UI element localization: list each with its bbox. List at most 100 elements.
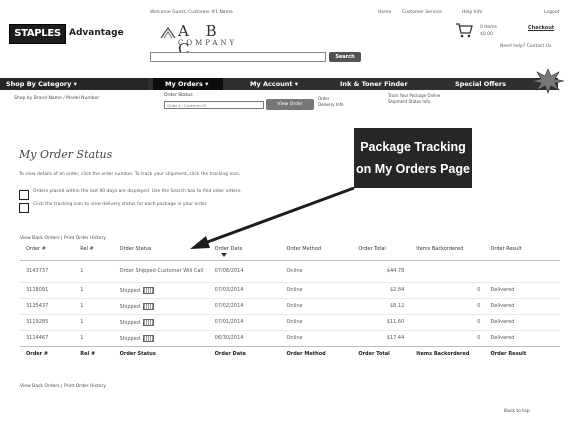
items-backordered: 0 (416, 313, 491, 330)
footer-items-backordered: Items Backordered (416, 345, 491, 362)
intro-text: To view details of an order, click the o… (19, 172, 241, 177)
col-order-date-label[interactable]: Order Date (215, 246, 243, 252)
footer-order-date: Order Date (214, 345, 287, 362)
cart-items: 0 Items (480, 25, 497, 30)
release-number: 1 (80, 313, 120, 330)
order-method: Online (286, 329, 359, 346)
order-date: 07/02/2014 (214, 297, 287, 314)
order-date: 07/03/2014 (214, 281, 287, 298)
order-number-link[interactable]: 3128091 (20, 281, 81, 298)
order-lookup-input[interactable] (164, 101, 264, 109)
items-backordered (416, 259, 491, 282)
footer-order-number: Order # (20, 345, 81, 362)
order-result: Delivered (490, 329, 560, 346)
order-date: 07/01/2014 (214, 313, 287, 330)
cart-total: $0.00 (480, 32, 493, 37)
col-order-date[interactable]: Order Date (215, 246, 287, 260)
footer-order-result: Order Result (490, 345, 560, 362)
order-method: Online (286, 297, 359, 314)
nav-my-account[interactable]: My Account ▾ (250, 78, 298, 90)
col-release[interactable]: Rel # (80, 246, 119, 260)
order-total: $11.60 (358, 313, 417, 330)
order-method: Online (286, 259, 359, 282)
shop-by-category-menu[interactable]: Shop By Category ▾ (0, 78, 148, 90)
company-logo: A B C COMPANY (160, 22, 240, 58)
shop-by-brand-link[interactable]: Shop by Brand Name / Model Number (14, 96, 99, 101)
order-result (490, 259, 560, 282)
tracking-truck-icon[interactable] (142, 286, 154, 294)
checkout-link[interactable]: Checkout (528, 25, 554, 31)
top-link-help[interactable]: Help Info (462, 10, 482, 15)
search-input[interactable] (150, 52, 326, 62)
advantage-label: Advantage (69, 28, 124, 38)
order-result: Delivered (490, 297, 560, 314)
sort-desc-icon[interactable] (220, 252, 227, 257)
order-number-link[interactable]: 3114467 (20, 329, 81, 346)
footer-release: Rel # (80, 345, 120, 362)
table-row: 3125437 1 Shipped 07/02/2014 Online $8.1… (20, 297, 560, 314)
tracking-links: Track Your Package Online Shipment Statu… (388, 93, 440, 105)
col-order-status[interactable]: Order Status (120, 246, 215, 260)
view-back-orders-link-bottom[interactable]: View Back Orders | Print Order History (20, 384, 106, 389)
order-method: Online (286, 281, 359, 298)
table-row: 3119285 1 Shipped 07/01/2014 Online $11.… (20, 313, 560, 330)
back-to-top-link[interactable]: Back to top (504, 409, 530, 414)
footer-order-status: Order Status (119, 345, 215, 362)
nav-ink-toner-finder[interactable]: Ink & Toner Finder (340, 78, 408, 90)
callout-line-2: on My Orders Page (356, 162, 470, 176)
col-order-total[interactable]: Order Total (358, 246, 416, 260)
col-order-result[interactable]: Order Result (490, 246, 560, 260)
view-order-button[interactable]: View Order (266, 99, 314, 110)
company-logo-mark-icon (160, 26, 176, 39)
footer-order-total: Order Total (358, 345, 417, 362)
lookup-option-delivery[interactable]: Delivery Info (318, 102, 343, 108)
tracking-truck-icon[interactable] (142, 334, 154, 342)
top-link-logout[interactable]: Logout (544, 10, 559, 15)
staples-logo[interactable]: STAPLES (9, 24, 66, 44)
order-lookup-options[interactable]: Order Delivery Info (318, 96, 343, 108)
order-number-link[interactable]: 3119285 (20, 313, 81, 330)
order-status: Shipped (119, 313, 215, 330)
cart-icon[interactable] (455, 22, 473, 38)
nav-special-offers[interactable]: Special Offers (455, 78, 506, 90)
items-backordered: 0 (416, 329, 491, 346)
top-link-customer-service[interactable]: Customer Service (402, 10, 442, 15)
items-backordered: 0 (416, 281, 491, 298)
items-backordered: 0 (416, 297, 491, 314)
release-number: 1 (80, 297, 120, 314)
nav-my-orders[interactable]: My Orders ▾ (165, 78, 208, 90)
order-date: 07/08/2014 (214, 259, 287, 282)
order-result: Delivered (490, 313, 560, 330)
order-total: $2.84 (358, 281, 417, 298)
tracking-truck-icon[interactable] (142, 302, 154, 310)
tracking-truck-icon[interactable] (142, 318, 154, 326)
col-items-backordered[interactable]: Items Backordered (416, 246, 490, 260)
view-back-orders-link-top[interactable]: View Back Orders | Print Order History (20, 236, 106, 241)
order-total: $17.44 (358, 329, 417, 346)
cart-summary: 0 Items $0.00 (480, 25, 497, 37)
order-status: Shipped (119, 297, 215, 314)
order-number-link[interactable]: 3143737 (20, 259, 81, 282)
order-status: Order Shipped Customer Will Call (119, 259, 215, 282)
search-button[interactable]: Search (329, 52, 361, 62)
order-total: $44.78 (358, 259, 417, 282)
order-number-link[interactable]: 3125437 (20, 297, 81, 314)
order-date: 06/30/2014 (214, 329, 287, 346)
table-footer-row: Order # Rel # Order Status Order Date Or… (20, 345, 560, 362)
col-order-number[interactable]: Order # (20, 246, 80, 260)
col-order-method[interactable]: Order Method (287, 246, 359, 260)
top-link-home[interactable]: Home (378, 10, 391, 15)
company-word: COMPANY (178, 39, 238, 47)
shipment-status-link[interactable]: Shipment Status Info (388, 99, 440, 105)
release-number: 1 (80, 329, 120, 346)
order-status: Shipped (119, 281, 215, 298)
release-number: 1 (80, 259, 120, 282)
cart-note[interactable]: Need help? Contact Us (500, 44, 551, 49)
order-status-text: Shipped (119, 303, 140, 310)
footer-order-method: Order Method (286, 345, 359, 362)
welcome-text: Welcome Guest, Customer #1 Name (150, 10, 233, 15)
release-number: 1 (80, 281, 120, 298)
table-row: 3114467 1 Shipped 06/30/2014 Online $17.… (20, 329, 560, 346)
table-row: 3128091 1 Shipped 07/03/2014 Online $2.8… (20, 281, 560, 298)
page-title: My Order Status (19, 148, 113, 161)
